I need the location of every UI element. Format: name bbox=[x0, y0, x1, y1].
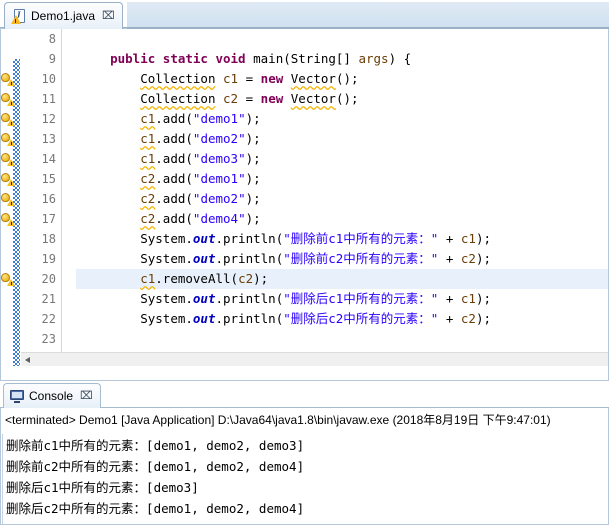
code-text-area[interactable]: public static void main(String[] args) {… bbox=[76, 29, 609, 366]
line-number: 19 bbox=[41, 252, 56, 266]
line-number: 15 bbox=[41, 172, 56, 186]
code-line[interactable]: Collection c2 = new Vector(); bbox=[76, 89, 609, 109]
console-output-area[interactable]: <terminated> Demo1 [Java Application] D:… bbox=[0, 408, 609, 525]
line-number: 21 bbox=[41, 292, 56, 306]
code-line[interactable]: c1.add("demo1"); bbox=[76, 109, 609, 129]
line-number: 11 bbox=[41, 92, 56, 106]
line-number: 10 bbox=[41, 72, 56, 86]
warning-marker-icon[interactable] bbox=[1, 92, 15, 106]
code-line[interactable] bbox=[76, 329, 609, 349]
line-number: 14 bbox=[41, 152, 56, 166]
console-part: Console ⌧ <terminated> Demo1 [Java Appli… bbox=[0, 381, 609, 525]
warning-marker-icon[interactable] bbox=[1, 172, 15, 186]
warning-marker-icon[interactable] bbox=[1, 192, 15, 206]
line-number: 17 bbox=[41, 212, 56, 226]
code-line[interactable]: public static void main(String[] args) { bbox=[76, 49, 609, 69]
code-line[interactable] bbox=[76, 29, 609, 49]
line-number: 8 bbox=[48, 32, 56, 46]
editor-marker-bar[interactable] bbox=[0, 29, 20, 366]
console-left-rule bbox=[2, 434, 3, 524]
console-output-lines: 删除前c1中所有的元素：[demo1, demo2, demo3] 删除前c2中… bbox=[3, 435, 608, 519]
console-tab[interactable]: Console ⌧ bbox=[3, 383, 101, 408]
code-line-current[interactable]: c1.removeAll(c2); bbox=[76, 269, 609, 289]
code-line[interactable]: c1.add("demo3"); bbox=[76, 149, 609, 169]
console-tab-strip: Console ⌧ bbox=[0, 382, 609, 408]
code-line[interactable]: System.out.println("删除前c1中所有的元素：" + c1); bbox=[76, 229, 609, 249]
folding-column bbox=[62, 29, 76, 366]
eclipse-ide-window: J Demo1.java ⌧ 8 9 10 11 12 13 14 15 16 … bbox=[0, 0, 609, 525]
java-file-warning-icon: J bbox=[11, 8, 26, 24]
warning-marker-icon[interactable] bbox=[1, 272, 15, 286]
close-icon[interactable]: ⌧ bbox=[102, 10, 115, 22]
console-terminated-line: <terminated> Demo1 [Java Application] D:… bbox=[5, 413, 551, 427]
line-number: 9 bbox=[48, 52, 56, 66]
code-line[interactable]: c2.add("demo4"); bbox=[76, 209, 609, 229]
line-number: 23 bbox=[41, 332, 56, 346]
code-line[interactable]: c2.add("demo2"); bbox=[76, 189, 609, 209]
console-output-line: 删除后c1中所有的元素：[demo3] bbox=[6, 480, 199, 495]
code-line[interactable]: System.out.println("删除后c2中所有的元素：" + c2); bbox=[76, 309, 609, 329]
code-line[interactable]: System.out.println("删除前c2中所有的元素：" + c2); bbox=[76, 249, 609, 269]
code-line[interactable]: System.out.println("删除后c1中所有的元素：" + c1); bbox=[76, 289, 609, 309]
console-tab-label: Console bbox=[29, 389, 74, 403]
console-output-line: 删除后c2中所有的元素：[demo1, demo2, demo4] bbox=[6, 501, 305, 516]
console-output-line: 删除前c2中所有的元素：[demo1, demo2, demo4] bbox=[6, 459, 305, 474]
line-number: 18 bbox=[41, 232, 56, 246]
editor-tab-demo1-java[interactable]: J Demo1.java ⌧ bbox=[4, 2, 123, 29]
code-line[interactable]: c2.add("demo1"); bbox=[76, 169, 609, 189]
editor-part: J Demo1.java ⌧ 8 9 10 11 12 13 14 15 16 … bbox=[0, 0, 609, 381]
console-output-line: 删除前c1中所有的元素：[demo1, demo2, demo3] bbox=[6, 438, 305, 453]
code-line[interactable]: c1.add("demo2"); bbox=[76, 129, 609, 149]
line-number: 12 bbox=[41, 112, 56, 126]
code-line[interactable]: Collection c1 = new Vector(); bbox=[76, 69, 609, 89]
editor-horizontal-scrollbar[interactable] bbox=[21, 352, 609, 366]
warning-marker-icon[interactable] bbox=[1, 212, 15, 226]
line-number-gutter[interactable]: 8 9 10 11 12 13 14 15 16 17 18 19 20 21 … bbox=[20, 29, 62, 366]
close-icon[interactable]: ⌧ bbox=[80, 390, 93, 402]
editor-body: 8 9 10 11 12 13 14 15 16 17 18 19 20 21 … bbox=[0, 29, 609, 366]
warning-marker-icon[interactable] bbox=[1, 112, 15, 126]
line-number: 16 bbox=[41, 192, 56, 206]
line-number: 22 bbox=[41, 312, 56, 326]
warning-marker-icon[interactable] bbox=[1, 132, 15, 146]
editor-tab-strip-background bbox=[127, 2, 609, 29]
line-number: 13 bbox=[41, 132, 56, 146]
warning-marker-icon[interactable] bbox=[1, 152, 15, 166]
warning-marker-icon[interactable] bbox=[1, 72, 15, 86]
scroll-left-arrow-icon[interactable] bbox=[21, 353, 35, 367]
editor-tab-strip: J Demo1.java ⌧ bbox=[0, 0, 609, 29]
console-monitor-icon bbox=[10, 389, 24, 403]
editor-tab-label: Demo1.java bbox=[31, 9, 96, 23]
line-number-current: 20 bbox=[41, 272, 56, 286]
